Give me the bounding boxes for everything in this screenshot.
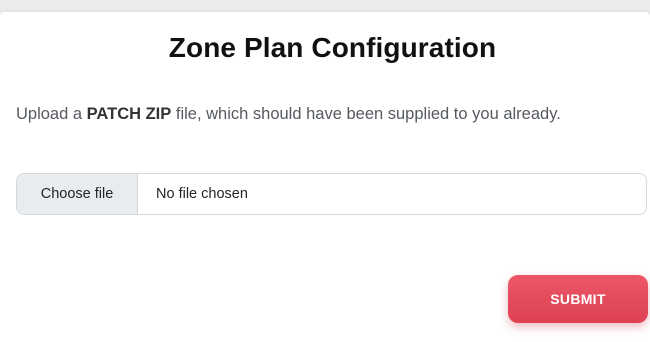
file-status-text: No file chosen bbox=[156, 186, 248, 202]
page-title: Zone Plan Configuration bbox=[168, 32, 497, 63]
upload-instructions: Upload a PATCH ZIP file, which should ha… bbox=[16, 105, 561, 124]
config-card: Zone Plan Configuration Upload a PATCH Z… bbox=[0, 12, 650, 342]
instructions-suffix: file, which should have been supplied to… bbox=[171, 105, 561, 123]
instructions-prefix: Upload a bbox=[16, 105, 87, 123]
choose-file-button[interactable]: Choose file bbox=[17, 174, 138, 214]
submit-button[interactable]: SUBMIT bbox=[508, 275, 648, 323]
instructions-emphasis: PATCH ZIP bbox=[86, 105, 172, 123]
file-upload-input[interactable]: Choose file No file chosen bbox=[16, 173, 647, 215]
